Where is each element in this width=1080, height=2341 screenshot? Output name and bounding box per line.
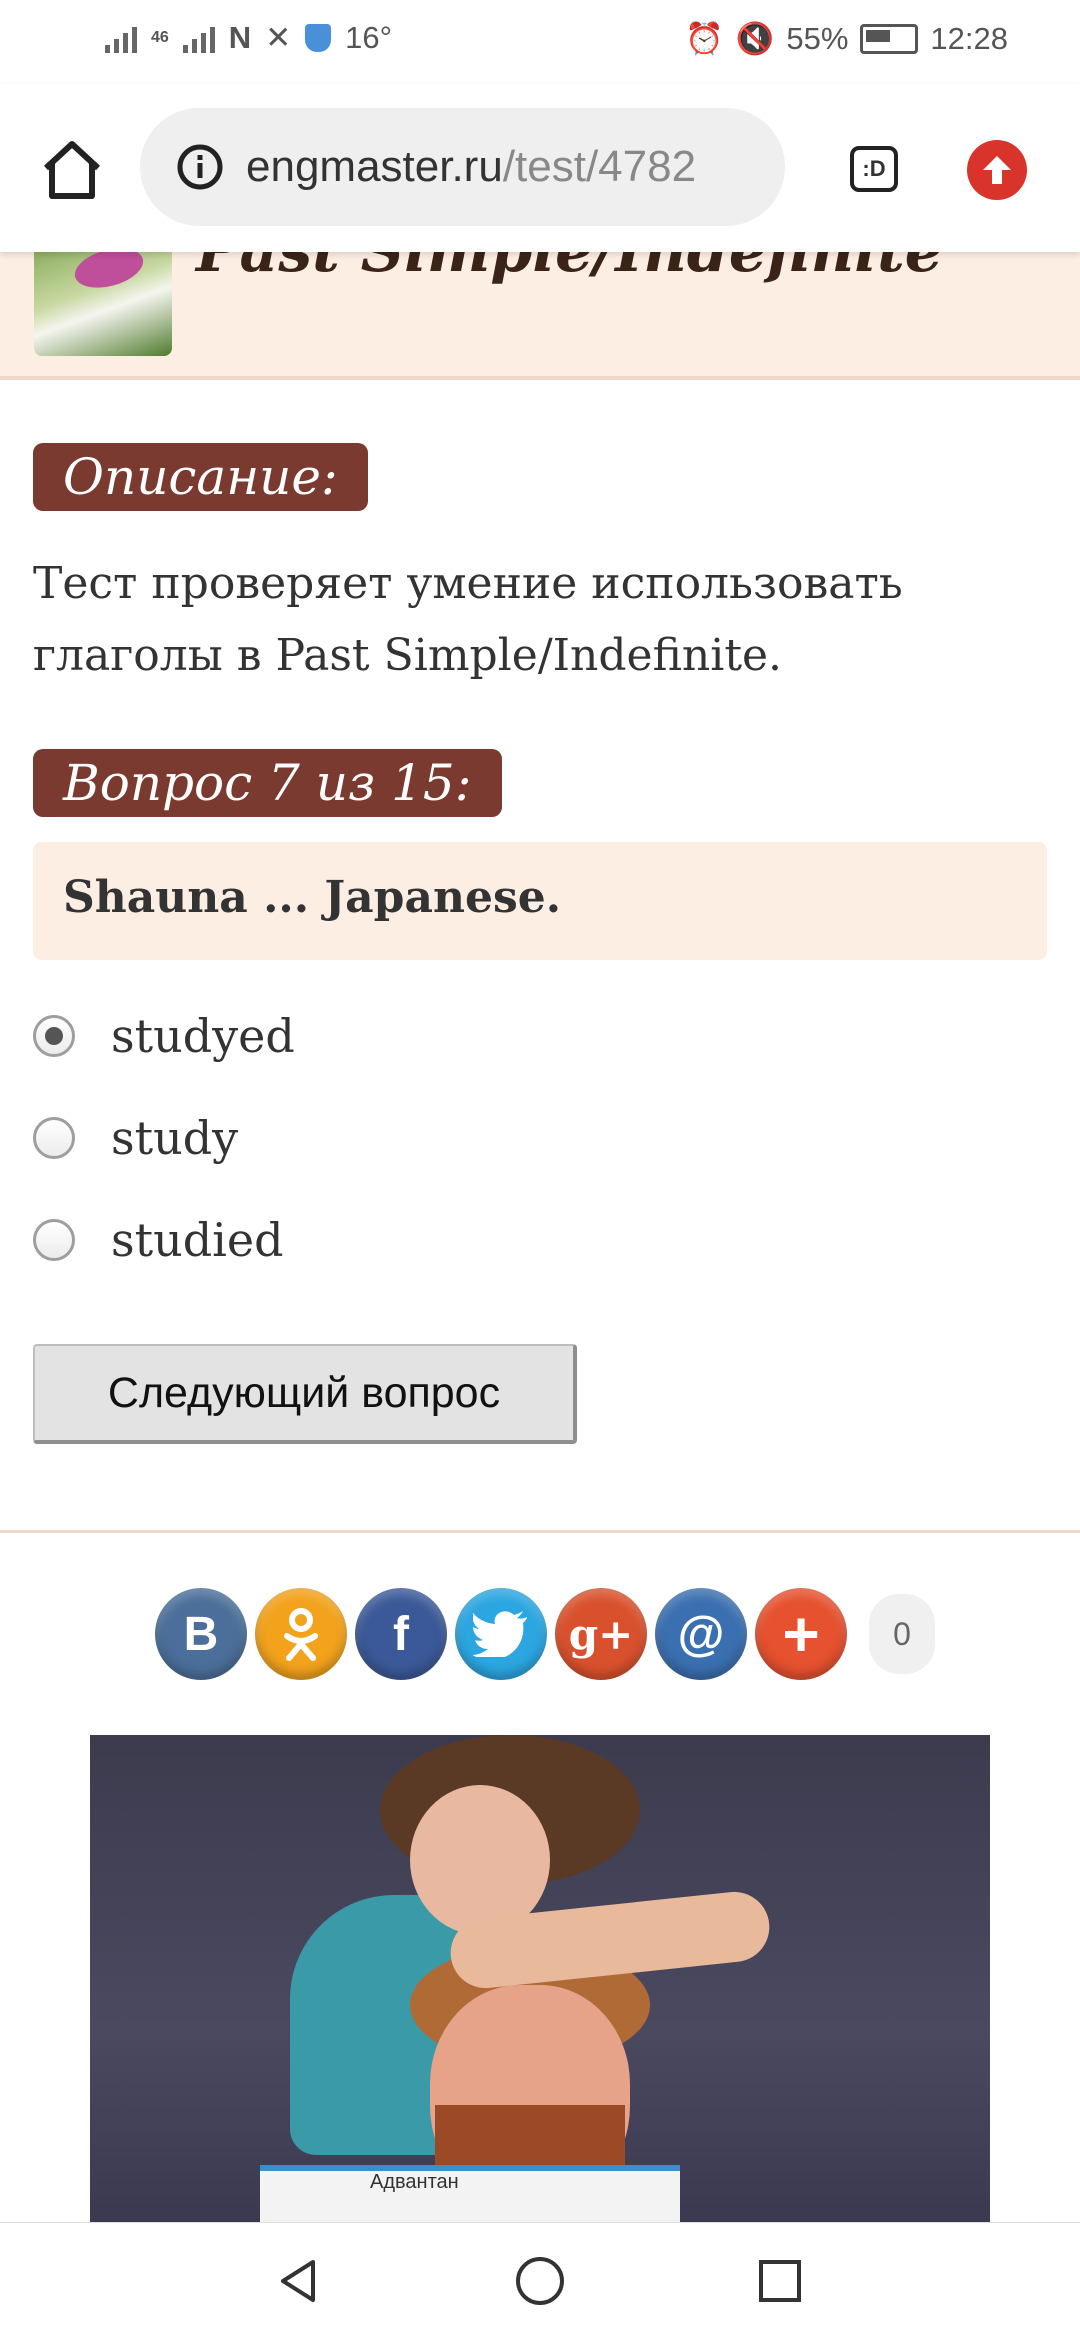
url-path: /test/4782: [502, 142, 697, 191]
home-circle-icon[interactable]: [510, 2251, 570, 2311]
answer-option-3[interactable]: studied: [33, 1213, 284, 1267]
share-buttons: B f g+ @ + 0: [155, 1588, 935, 1680]
answer-option-1[interactable]: studyed: [33, 1009, 295, 1063]
advertisement-image[interactable]: Адвантан: [90, 1735, 990, 2225]
ad-product-label: Адвантан: [370, 2171, 459, 2193]
signal-icon: [105, 23, 137, 53]
next-question-button[interactable]: Следующий вопрос: [33, 1344, 577, 1444]
home-icon[interactable]: [38, 136, 106, 204]
tabs-button[interactable]: :D: [850, 146, 898, 192]
question-counter-tag: Вопрос 7 из 15:: [33, 749, 502, 817]
address-bar[interactable]: engmaster.ru/test/4782: [140, 108, 785, 226]
description-tag: Описание:: [33, 443, 368, 511]
next-question-label: Следующий вопрос: [107, 1368, 501, 1417]
question-text: Shauna ... Japanese.: [63, 872, 562, 923]
facebook-share-icon[interactable]: f: [355, 1588, 447, 1680]
recents-icon[interactable]: [750, 2251, 810, 2311]
signal-icon-2: [182, 23, 215, 53]
network-type: 46: [151, 29, 169, 46]
info-icon[interactable]: [176, 143, 224, 191]
answer-label[interactable]: study: [111, 1111, 238, 1165]
twitter-share-icon[interactable]: [455, 1588, 547, 1680]
upload-icon[interactable]: [967, 140, 1027, 200]
mail-share-icon[interactable]: @: [655, 1588, 747, 1680]
radio-button-selected[interactable]: [33, 1015, 75, 1057]
navigation-bar: [0, 2222, 1080, 2341]
radio-button[interactable]: [33, 1117, 75, 1159]
share-count: 0: [869, 1594, 935, 1674]
battery-percent: 55%: [786, 20, 849, 56]
back-icon[interactable]: [268, 2251, 328, 2311]
page-title: Past Simple/Indefinite: [196, 252, 943, 286]
radio-button[interactable]: [33, 1219, 75, 1261]
google-plus-share-icon[interactable]: g+: [555, 1588, 647, 1680]
answer-label[interactable]: studied: [111, 1213, 284, 1267]
tabs-label: :D: [862, 156, 886, 181]
page-header: Past Simple/Indefinite: [0, 252, 1080, 380]
description-text: Тест проверяет умение использовать глаго…: [33, 558, 903, 681]
site-logo-image[interactable]: [34, 252, 172, 356]
status-bar: 46 N ✕ 16° ⏰ 🔇 55% 12:28: [0, 0, 1080, 84]
answer-option-2[interactable]: study: [33, 1111, 238, 1165]
question-box: Shauna ... Japanese.: [33, 842, 1047, 960]
browser-toolbar: engmaster.ru/test/4782 :D: [0, 84, 1080, 252]
odnoklassniki-share-icon[interactable]: [255, 1588, 347, 1680]
missed-call-icon: ✕: [265, 20, 292, 55]
battery-icon: [860, 23, 919, 54]
mute-icon: 🔇: [735, 21, 775, 56]
alarm-icon: ⏰: [685, 21, 724, 56]
temperature: 16°: [345, 20, 393, 55]
divider: [0, 1530, 1080, 1533]
url-domain: engmaster.ru: [246, 142, 503, 191]
shield-icon: [305, 24, 332, 52]
clock: 12:28: [930, 20, 1008, 56]
nfc-icon: N: [228, 20, 252, 55]
vk-share-icon[interactable]: B: [155, 1588, 247, 1680]
answer-label[interactable]: studyed: [111, 1009, 295, 1063]
ad-product-box: Адвантан: [260, 2165, 680, 2225]
more-share-icon[interactable]: +: [755, 1588, 847, 1680]
